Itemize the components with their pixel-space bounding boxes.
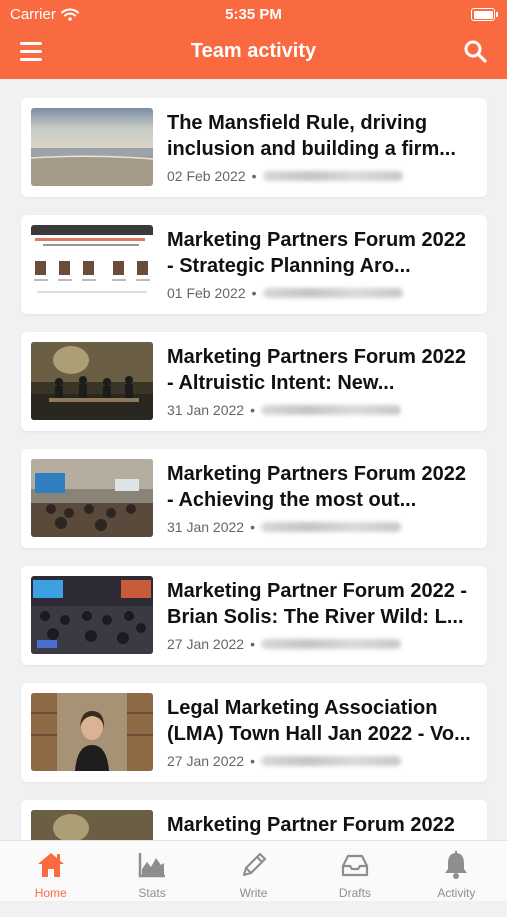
post-meta: 02 Feb 2022 • <box>167 168 403 184</box>
tab-write[interactable]: Write <box>203 841 304 901</box>
post-date: 31 Jan 2022 <box>167 402 245 418</box>
page-title: Team activity <box>190 40 317 62</box>
tab-stats[interactable]: Stats <box>101 841 202 901</box>
status-bar: Carrier 5:35 PM <box>0 4 507 24</box>
post-meta: 27 Jan 2022 • <box>167 636 401 652</box>
activity-card[interactable]: Legal Marketing Association (LMA) Town H… <box>21 683 487 782</box>
nav-bar: Team activity <box>0 34 507 72</box>
activity-list: The Mansfield Rule, driving inclusion an… <box>21 98 487 917</box>
post-thumbnail <box>31 693 153 771</box>
author-name-redacted <box>260 756 401 766</box>
meta-separator: • <box>250 753 255 769</box>
post-thumbnail <box>31 342 153 420</box>
post-title: Marketing Partners Forum 2022 - Altruist… <box>167 346 466 394</box>
post-date: 27 Jan 2022 <box>167 636 245 652</box>
post-thumbnail <box>31 225 153 303</box>
meta-separator: • <box>250 402 255 418</box>
post-thumbnail <box>31 459 153 537</box>
tab-label: Stats <box>138 886 166 900</box>
activity-card[interactable]: Marketing Partners Forum 2022 - Altruist… <box>21 332 487 431</box>
activity-card[interactable]: The Mansfield Rule, driving inclusion an… <box>21 98 487 197</box>
activity-card[interactable]: Marketing Partner Forum 2022 - Brian Sol… <box>21 566 487 665</box>
post-title: Marketing Partners Forum 2022 - Strategi… <box>167 229 466 277</box>
post-title: The Mansfield Rule, driving inclusion an… <box>167 112 456 160</box>
post-meta: 01 Feb 2022 • <box>167 285 403 301</box>
post-date: 31 Jan 2022 <box>167 519 245 535</box>
post-thumbnail <box>31 576 153 654</box>
meta-separator: • <box>250 519 255 535</box>
battery-icon <box>471 8 498 21</box>
meta-separator: • <box>251 168 257 184</box>
author-name-redacted <box>260 522 401 532</box>
tab-bar: Home Stats Write Drafts Activity <box>0 840 507 901</box>
post-title: Legal Marketing Association (LMA) Town H… <box>167 697 471 745</box>
tab-home[interactable]: Home <box>0 841 101 901</box>
author-name-redacted <box>262 171 403 181</box>
post-thumbnail <box>31 108 153 186</box>
post-title: Marketing Partner Forum 2022 - Brian Sol… <box>167 580 468 628</box>
top-bar: Carrier 5:35 PM Team activity <box>0 0 507 79</box>
post-meta: 31 Jan 2022 • <box>167 402 401 418</box>
tab-label: Activity <box>437 886 476 900</box>
tab-label: Home <box>34 886 67 900</box>
tab-activity[interactable]: Activity <box>406 841 507 901</box>
activity-card[interactable]: Marketing Partners Forum 2022 - Strategi… <box>21 215 487 314</box>
post-date: 02 Feb 2022 <box>167 168 246 184</box>
tab-drafts[interactable]: Drafts <box>304 841 405 901</box>
author-name-redacted <box>262 288 403 298</box>
post-meta: 31 Jan 2022 • <box>167 519 401 535</box>
tab-label: Write <box>239 886 268 900</box>
author-name-redacted <box>260 405 401 415</box>
post-date: 27 Jan 2022 <box>167 753 245 769</box>
post-title: Marketing Partner Forum 2022 <box>167 814 455 836</box>
post-date: 01 Feb 2022 <box>167 285 246 301</box>
tab-label: Drafts <box>338 886 371 900</box>
post-title: Marketing Partners Forum 2022 - Achievin… <box>167 463 466 511</box>
search-icon[interactable] <box>463 39 487 63</box>
post-meta: 27 Jan 2022 • <box>167 753 401 769</box>
meta-separator: • <box>250 636 255 652</box>
activity-card[interactable]: Marketing Partners Forum 2022 - Achievin… <box>21 449 487 548</box>
meta-separator: • <box>251 285 257 301</box>
clock: 5:35 PM <box>225 6 282 23</box>
author-name-redacted <box>260 639 401 649</box>
